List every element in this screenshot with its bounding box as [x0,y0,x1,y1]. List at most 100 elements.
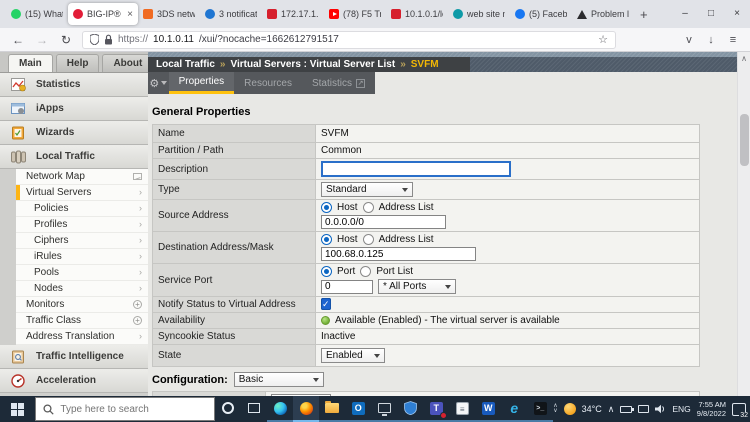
taskbar-app-edge[interactable] [267,396,293,422]
service-port-input[interactable] [321,280,373,294]
breadcrumb-page[interactable]: Virtual Servers : Virtual Server List [230,59,395,70]
tab-main[interactable]: Main [8,54,53,72]
reload-button[interactable]: ↻ [54,33,78,47]
tab-about[interactable]: About [102,54,153,72]
tab-statistics[interactable]: Statistics ↗ [302,72,375,94]
taskbar-clock[interactable]: 7:55 AM 9/8/2022 [697,400,726,418]
notify-status-checkbox-checked[interactable]: ✓ [321,298,331,310]
destination-address-input[interactable] [321,247,476,261]
sidebar-item-wizards[interactable]: Wizards [0,121,148,145]
window-maximize-button[interactable]: □ [698,0,724,28]
breadcrumb-section[interactable]: Local Traffic [156,59,215,70]
window-close-button[interactable]: × [724,0,750,28]
sidebar-item-monitors[interactable]: Monitors + [16,297,148,313]
sidebar-item-traffic-intelligence[interactable]: Traffic Intelligence [0,345,148,369]
language-indicator[interactable]: ENG [672,404,690,414]
browser-tab[interactable]: web site no [448,3,510,25]
table-row: Partition / Path Common [153,143,700,159]
weather-icon[interactable] [564,403,576,415]
sidebar-item-ciphers[interactable]: Ciphers › [16,233,148,249]
page-scrollbar[interactable]: ∧ [737,52,750,396]
browser-tab[interactable]: (78) F5 Trai [324,3,386,25]
port-list-radio[interactable] [360,266,371,277]
temperature[interactable]: 34°C [582,404,602,414]
battery-icon[interactable] [620,406,632,413]
forward-button[interactable]: → [30,33,54,47]
sidebar-item-profiles[interactable]: Profiles › [16,217,148,233]
tab-resources[interactable]: Resources [234,72,302,94]
taskbar-app-terminal[interactable]: >_ [527,396,553,422]
sidebar-item-label: iRules [34,251,62,262]
url-bar[interactable]: https://10.1.0.11/xui/?nocache=166261279… [82,31,616,49]
plus-circle-icon[interactable]: + [133,300,142,309]
start-button[interactable] [0,396,35,422]
bookmark-star-icon[interactable]: ☆ [598,33,608,46]
sidebar-item-local-traffic[interactable]: Local Traffic [0,145,148,169]
host-radio-selected[interactable] [321,234,332,245]
sidebar-item-acceleration[interactable]: Acceleration [0,369,148,393]
pocket-icon[interactable]: v [678,34,700,46]
new-tab-button[interactable]: + [640,7,648,22]
taskbar-search[interactable] [35,397,215,421]
sidebar-item-statistics[interactable]: Statistics [0,73,148,97]
taskbar-app-teams[interactable]: T [423,396,449,422]
browser-tab[interactable]: (5) Faceboo [510,3,572,25]
options-gear-button[interactable]: ⚙ [148,72,169,94]
taskbar-app-notepad[interactable]: ≡ [449,396,475,422]
downloads-icon[interactable]: ↓ [700,34,722,46]
scrollbar-thumb[interactable] [740,114,749,166]
type-select[interactable]: Standard [321,182,413,197]
host-radio-selected[interactable] [321,202,332,213]
tab-help[interactable]: Help [56,54,100,72]
taskbar-app-word[interactable]: W [475,396,501,422]
sidebar-item-pools[interactable]: Pools › [16,265,148,281]
browser-tab[interactable]: 3DS networ [138,3,200,25]
scroll-up-icon[interactable]: ∧ [738,52,750,65]
browser-tab[interactable]: 3 notificatio [200,3,262,25]
state-select[interactable]: Enabled [321,348,385,363]
taskbar-app-outlook[interactable]: O [345,396,371,422]
taskbar-app-explorer[interactable] [319,396,345,422]
configuration-level-select[interactable]: Basic [234,372,324,387]
port-type-select[interactable]: * All Ports [378,279,456,294]
sidebar-item-iapps[interactable]: iApps [0,97,148,121]
sidebar-item-policies[interactable]: Policies › [16,201,148,217]
taskbar-overflow-icon[interactable]: ∧∨ [553,404,557,414]
port-radio-selected[interactable] [321,266,332,277]
show-hidden-icons-button[interactable]: ∧ [608,404,615,415]
taskbar-app-remote-desktop[interactable] [371,396,397,422]
tab-properties[interactable]: Properties [169,72,235,94]
taskbar-app-firefox[interactable] [293,396,319,422]
sidebar-item-virtual-servers[interactable]: Virtual Servers › [16,185,148,201]
search-input[interactable] [60,404,207,415]
browser-tab-active[interactable]: BIG-IP® × [68,3,138,25]
volume-icon[interactable] [655,404,666,414]
action-center-icon[interactable]: 32 [732,403,746,416]
description-input[interactable] [321,161,511,177]
plus-circle-icon[interactable]: + [133,316,142,325]
menu-icon[interactable]: ≡ [722,34,744,46]
browser-tab[interactable]: 10.1.0.1/log [386,3,448,25]
task-view-button[interactable] [241,396,267,422]
taskbar-app-defender[interactable] [397,396,423,422]
source-address-input[interactable] [321,215,446,229]
browser-tab[interactable]: (15) WhatsA [6,3,68,25]
selected-marker [16,185,20,200]
network-icon[interactable] [638,405,649,413]
sidebar-item-irules[interactable]: iRules › [16,249,148,265]
back-button[interactable]: ← [6,33,30,47]
sidebar-item-network-map[interactable]: Network Map [16,169,148,185]
sidebar-item-nodes[interactable]: Nodes › [16,281,148,297]
taskbar-app-ie[interactable]: e [501,396,527,422]
cortana-button[interactable] [215,396,241,422]
browser-tab[interactable]: Problem loa [572,3,634,25]
window-minimize-button[interactable]: – [672,0,698,28]
sidebar-item-address-translation[interactable]: Address Translation › [16,329,148,345]
tab-close-icon[interactable]: × [127,9,133,20]
lock-icon[interactable] [104,34,113,45]
sidebar-item-traffic-class[interactable]: Traffic Class + [16,313,148,329]
address-list-radio[interactable] [363,234,374,245]
address-list-radio[interactable] [363,202,374,213]
browser-tab[interactable]: 172.17.1.1/l [262,3,324,25]
tracking-protection-icon[interactable] [90,34,99,45]
